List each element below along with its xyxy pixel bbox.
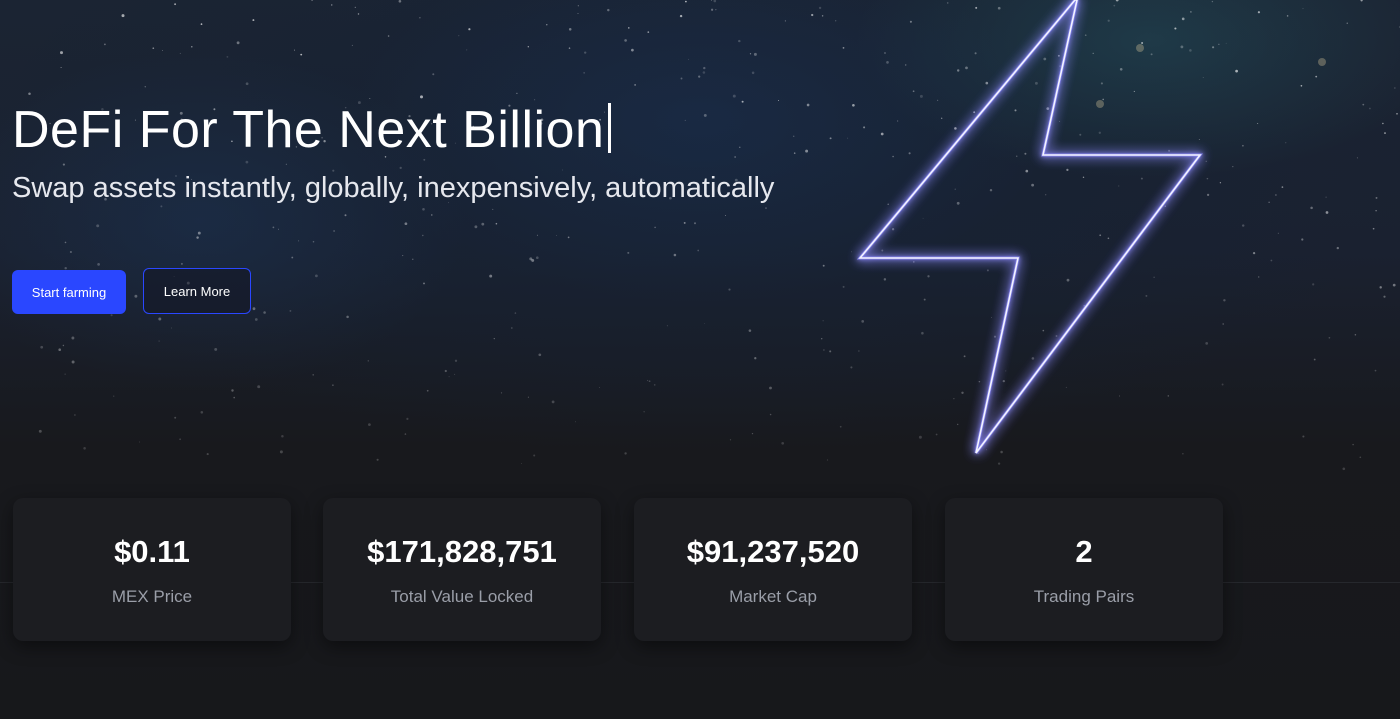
learn-more-button[interactable]: Learn More (143, 268, 251, 314)
hero-subtitle: Swap assets instantly, globally, inexpen… (12, 172, 775, 204)
stat-label: Total Value Locked (390, 587, 534, 606)
stat-card-market-cap: $91,237,520 Market Cap (634, 498, 912, 641)
starfield-background (16, 0, 1400, 471)
stat-card-mex-price: $0.11 MEX Price (13, 498, 291, 641)
landing-page: DeFi For The Next Billion Swap assets in… (0, 0, 1400, 719)
stat-value: $0.11 (114, 534, 190, 569)
stat-value: 2 (1075, 534, 1093, 569)
stat-value: $91,237,520 (686, 534, 860, 569)
stat-card-total-value-locked: $171,828,751 Total Value Locked (323, 498, 601, 641)
stat-label: Market Cap (729, 587, 817, 606)
stat-label: MEX Price (111, 587, 193, 606)
stat-card-trading-pairs: 2 Trading Pairs (945, 498, 1223, 641)
hero-title-text: DeFi For The Next Billion (12, 101, 605, 159)
stat-value: $171,828,751 (367, 534, 557, 569)
stat-label: Trading Pairs (1033, 587, 1135, 606)
lightning-bolt-icon (856, 0, 1204, 454)
hero-title: DeFi For The Next Billion (12, 100, 612, 160)
text-cursor (608, 103, 612, 153)
start-farming-button[interactable]: Start farming (12, 270, 126, 314)
